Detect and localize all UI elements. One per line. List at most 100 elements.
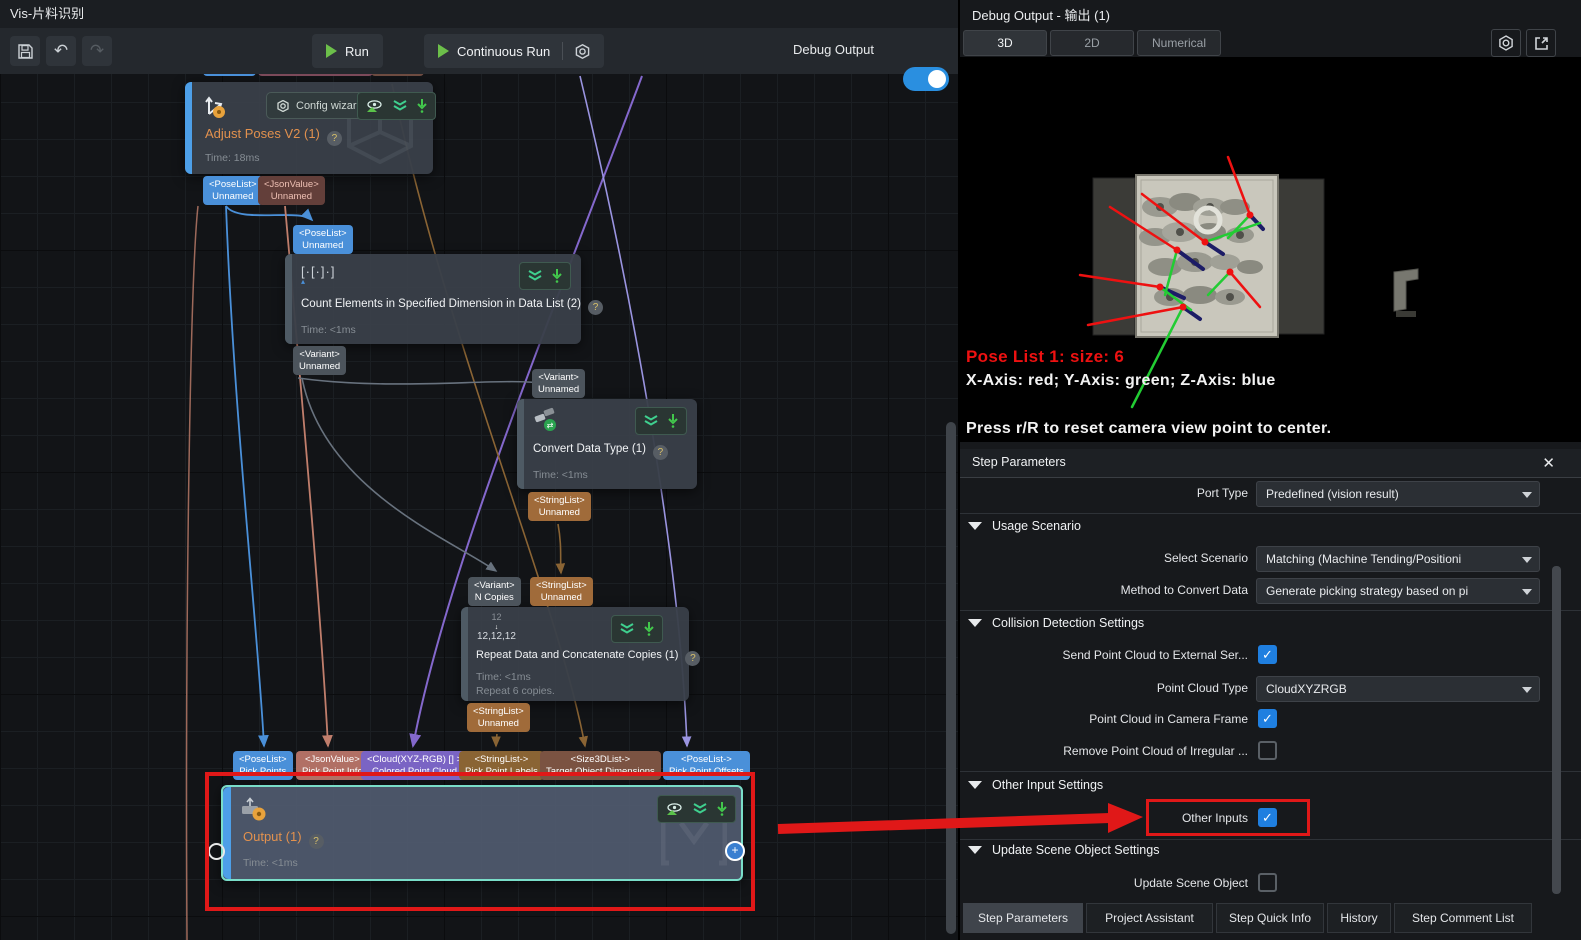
update-scene-object-label: Update Scene Object	[960, 876, 1248, 890]
svg-text:⇄: ⇄	[547, 421, 554, 430]
visibility-icon	[666, 803, 683, 816]
app-window: Unnamed Pose Confidence Values Unnamed C…	[0, 0, 1581, 940]
node-action-icons[interactable]	[357, 92, 436, 120]
port-count-in[interactable]: <PoseList>Unnamed	[293, 225, 353, 254]
node-convert-data-type[interactable]: ⇄ Convert Data Type (1)? Time: <1ms	[517, 399, 697, 489]
tab-step-parameters[interactable]: Step Parameters	[963, 903, 1083, 933]
canvas-scrollbar[interactable]	[946, 422, 956, 934]
collapse-chevron-icon	[620, 623, 634, 635]
node-adjust-poses[interactable]: Config wizard Adjust Poses V2 (1)? Time:…	[185, 82, 433, 174]
download-arrow-icon	[717, 802, 727, 816]
port-pick-point-labels[interactable]: <StringList->Pick Point Labels	[459, 751, 544, 780]
node-title: Convert Data Type (1)?	[533, 443, 668, 460]
undo-button[interactable]: ↶	[46, 36, 76, 66]
help-badge[interactable]: ?	[588, 300, 603, 315]
section-collision-detection[interactable]: Collision Detection Settings	[968, 616, 1144, 630]
parameters-scrollbar[interactable]	[1552, 566, 1561, 894]
port-pick-point-offsets[interactable]: <PoseList->Pick Point Offsets	[663, 751, 750, 780]
tab-history[interactable]: History	[1327, 903, 1391, 933]
node-action-icons[interactable]	[611, 615, 663, 643]
help-badge[interactable]: ?	[685, 651, 700, 666]
node-time: Time: 18ms	[205, 152, 259, 164]
other-inputs-checkbox[interactable]: ✓	[1258, 808, 1277, 827]
redo-icon: ↷	[90, 41, 104, 61]
tab-step-quick-info[interactable]: Step Quick Info	[1216, 903, 1324, 933]
divider	[960, 513, 1581, 514]
node-accent-stripe	[223, 787, 231, 879]
send-point-cloud-checkbox[interactable]: ✓	[1258, 645, 1277, 664]
close-icon[interactable]: ✕	[1542, 454, 1555, 472]
collapse-triangle-icon	[968, 846, 982, 854]
select-scenario-label: Select Scenario	[960, 551, 1248, 565]
port-repeat-in-stringlist[interactable]: <StringList>Unnamed	[530, 577, 593, 606]
help-badge[interactable]: ?	[309, 834, 324, 849]
run-button[interactable]: Run	[312, 34, 383, 68]
port-convert-in[interactable]: <Variant>Unnamed	[532, 369, 585, 398]
node-accent-stripe	[517, 399, 524, 489]
node-output[interactable]: Output (1)? Time: <1ms	[221, 785, 743, 881]
method-convert-select[interactable]: Generate picking strategy based on pi	[1256, 578, 1540, 604]
port-repeat-in-ncopies[interactable]: <Variant>N Copies	[468, 577, 521, 606]
update-scene-object-checkbox[interactable]: ✓	[1258, 873, 1277, 892]
help-badge[interactable]: ?	[327, 131, 342, 146]
port-repeat-out[interactable]: <StringList>Unnamed	[467, 703, 530, 732]
point-cloud-camera-label: Point Cloud in Camera Frame	[960, 712, 1248, 726]
collapse-chevron-icon	[644, 415, 658, 427]
count-elements-icon: [·[·]·]▴	[301, 264, 335, 285]
port-jsonvalue-unnamed-out[interactable]: <JsonValue>Unnamed	[258, 176, 325, 205]
port-type-select[interactable]: Predefined (vision result)	[1256, 481, 1540, 507]
collapse-chevron-icon	[693, 803, 707, 815]
debug-output-toggle[interactable]	[903, 67, 949, 91]
node-accent-stripe	[285, 254, 292, 344]
port-convert-out[interactable]: <StringList>Unnamed	[528, 492, 591, 521]
node-count-elements[interactable]: [·[·]·]▴ Count Elements in Specified Dim…	[285, 254, 581, 344]
point-cloud-type-label: Point Cloud Type	[960, 681, 1248, 695]
port-pick-points[interactable]: <PoseList>Pick Points	[233, 751, 293, 780]
download-arrow-icon	[644, 622, 654, 636]
download-arrow-icon	[552, 269, 562, 283]
port-colored-point-cloud[interactable]: <Cloud(XYZ-RGB) [] >Colored Point Cloud	[361, 751, 468, 780]
output-right-connector[interactable]: +	[725, 841, 745, 861]
point-cloud-type-select[interactable]: CloudXYZRGB	[1256, 676, 1540, 702]
output-left-connector[interactable]	[208, 843, 225, 860]
tab-numerical[interactable]: Numerical	[1137, 30, 1221, 56]
chevron-down-icon	[1522, 557, 1532, 563]
view-settings-button[interactable]	[1491, 29, 1521, 57]
gear-icon[interactable]	[575, 44, 590, 59]
open-external-button[interactable]	[1526, 29, 1556, 57]
save-button[interactable]	[10, 36, 40, 66]
convert-data-type-icon: ⇄	[533, 407, 559, 433]
tab-step-comment-list[interactable]: Step Comment List	[1394, 903, 1532, 933]
tab-2d[interactable]: 2D	[1050, 30, 1134, 56]
remove-point-cloud-checkbox[interactable]: ✓	[1258, 741, 1277, 760]
port-target-object-dimensions[interactable]: <Size3DList->Target Object Dimensions	[540, 751, 661, 780]
node-action-icons[interactable]	[519, 262, 571, 290]
tab-project-assistant[interactable]: Project Assistant	[1086, 903, 1213, 933]
help-badge[interactable]: ?	[653, 445, 668, 460]
divider	[960, 771, 1581, 772]
node-time: Time: <1ms	[476, 671, 531, 683]
node-action-icons[interactable]	[657, 795, 736, 823]
port-pick-point-info[interactable]: <JsonValue>Pick Point Info	[296, 751, 369, 780]
tab-3d[interactable]: 3D	[963, 30, 1047, 56]
section-other-input[interactable]: Other Input Settings	[968, 778, 1103, 792]
node-accent-stripe	[461, 607, 468, 701]
send-point-cloud-label: Send Point Cloud to External Ser...	[960, 648, 1248, 662]
graph-canvas[interactable]: Unnamed Pose Confidence Values Unnamed C…	[0, 28, 958, 940]
port-poselist-unnamed-out[interactable]: <PoseList>Unnamed	[203, 176, 263, 205]
collapse-chevron-icon	[393, 100, 407, 112]
collapse-triangle-icon	[968, 781, 982, 789]
continuous-run-button[interactable]: Continuous Run	[424, 34, 604, 68]
point-cloud-camera-checkbox[interactable]: ✓	[1258, 709, 1277, 728]
section-usage-scenario[interactable]: Usage Scenario	[968, 519, 1081, 533]
method-convert-label: Method to Convert Data	[960, 583, 1248, 597]
node-repeat-data[interactable]: 12 ↓ 12,12,12 Repeat Data and Concatenat…	[461, 607, 689, 701]
adjust-poses-icon	[203, 94, 227, 118]
debug-output-label: Debug Output	[793, 42, 874, 57]
play-icon	[326, 44, 337, 58]
redo-button[interactable]: ↷	[82, 36, 112, 66]
port-count-out[interactable]: <Variant>Unnamed	[293, 346, 346, 375]
section-update-scene[interactable]: Update Scene Object Settings	[968, 843, 1159, 857]
node-action-icons[interactable]	[635, 407, 687, 435]
select-scenario-select[interactable]: Matching (Machine Tending/Positioni	[1256, 546, 1540, 572]
